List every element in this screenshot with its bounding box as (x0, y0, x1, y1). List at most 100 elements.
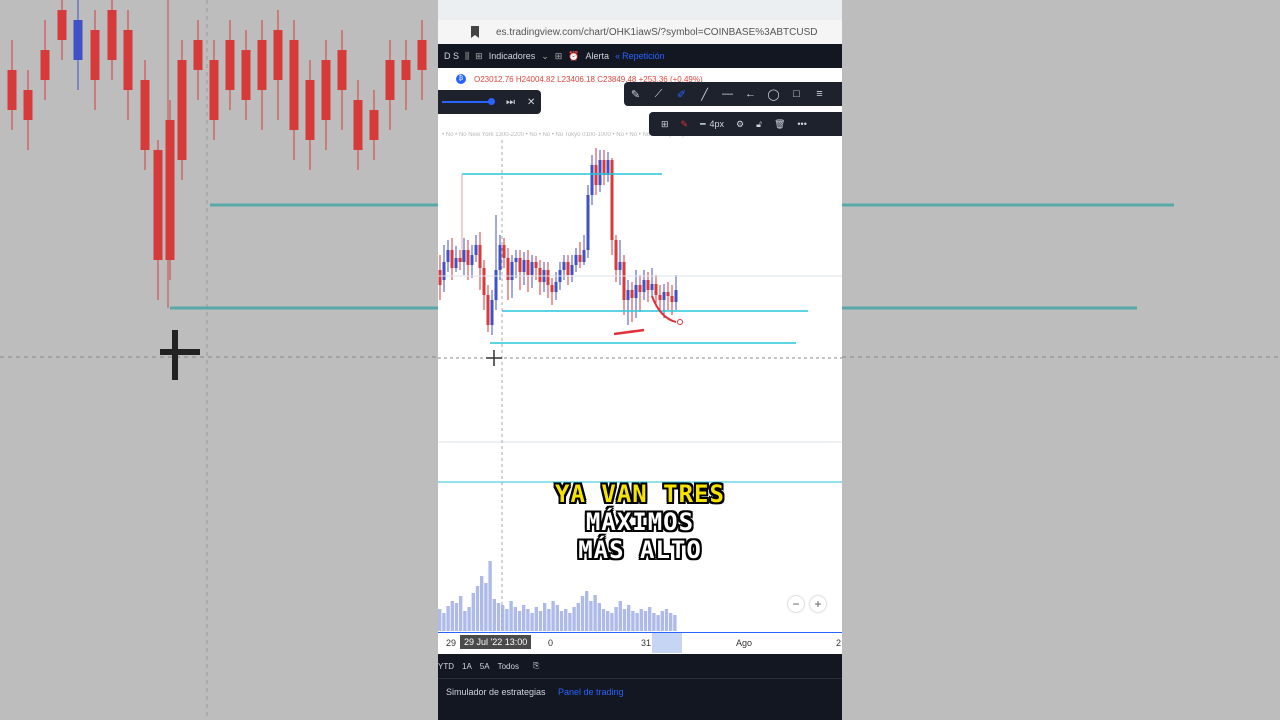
range-ytd[interactable]: YTD (438, 662, 454, 671)
candle-body (594, 165, 598, 185)
candle-body (526, 260, 530, 275)
candle-body (241, 50, 251, 100)
candle-body (458, 258, 462, 262)
candle-body (590, 165, 594, 195)
candle-body (57, 10, 67, 40)
candle-body (674, 290, 678, 302)
candle-body (518, 258, 522, 272)
candle-body (582, 250, 586, 262)
volume-bar (643, 611, 648, 631)
drawn-curve-end (677, 319, 683, 325)
candle-body (353, 100, 363, 150)
candle-body (225, 40, 235, 90)
drawing-toolbar: ✎ ⟋ ✐ ╱ — ← ◯ □ ≡ (624, 82, 842, 106)
blurred-chart-left (0, 0, 438, 720)
candle-body (90, 30, 100, 80)
range-1y[interactable]: 1A (462, 662, 472, 671)
candle-body (666, 292, 670, 296)
template-icon[interactable]: ⊞ (661, 119, 669, 130)
brush-icon[interactable]: ✎ (624, 88, 647, 101)
more-icon[interactable]: ••• (797, 119, 806, 129)
volume-bar (530, 613, 534, 631)
volume-bar (593, 595, 597, 631)
menu-icon[interactable]: ≡ (808, 88, 831, 100)
candle-body (165, 120, 175, 260)
bottom-panel-tabs: Simulador de estrategias Panel de tradin… (438, 678, 842, 720)
candle-body (626, 290, 630, 300)
replay-speed-slider[interactable] (442, 98, 495, 105)
arrow-left-icon[interactable]: ← (739, 88, 762, 100)
color-pen-icon[interactable]: ✎ (681, 119, 689, 130)
volume-bar (496, 603, 501, 631)
candle-body (514, 258, 518, 262)
close-icon[interactable]: ✕ (527, 97, 535, 108)
tab-strategy-tester[interactable]: Simulador de estrategias (446, 687, 546, 697)
trend-line-icon[interactable]: ╱ (693, 88, 716, 101)
time-axis[interactable]: 29 0 31 Ago 2 29 Jul '22 13:00 (438, 632, 842, 653)
volume-bar (648, 607, 652, 631)
candle-body (462, 250, 466, 262)
candle-body (642, 280, 646, 292)
candle-body (498, 245, 502, 270)
pen-icon[interactable]: ✐ (670, 88, 693, 101)
volume-bar (614, 607, 618, 631)
range-bar: YTD 1A 5A Todos ⎘ (438, 654, 842, 678)
volume-bar (454, 603, 459, 631)
volume-bar (488, 561, 492, 631)
candle-body (478, 245, 482, 268)
volume-bar (534, 607, 538, 631)
candle-body (446, 250, 450, 262)
volume-bar (517, 611, 522, 631)
candle-body (486, 295, 490, 325)
candle-body (502, 245, 506, 258)
settings-icon[interactable]: ⚙ (736, 119, 744, 130)
time-label: 2 (836, 638, 842, 648)
volume-bar (509, 601, 513, 631)
candle-body (321, 60, 331, 120)
volume-bar (463, 611, 467, 631)
path-icon[interactable]: ⟋ (647, 88, 670, 101)
volume-bar (572, 607, 576, 631)
zoom-controls: − + (788, 596, 826, 612)
candle-body (470, 255, 474, 265)
lock-icon[interactable]: 🔓︎ (756, 119, 762, 130)
range-5y[interactable]: 5A (480, 662, 490, 671)
candle-body (305, 80, 315, 140)
zoom-in-button[interactable]: + (810, 596, 826, 612)
rectangle-icon[interactable]: □ (785, 88, 808, 100)
candle-body (257, 40, 267, 90)
volume-bar (559, 611, 564, 631)
step-forward-icon[interactable]: ⏭ (506, 97, 515, 108)
volume-bar (459, 596, 463, 631)
candle-body (574, 255, 578, 265)
volume-bar (660, 611, 664, 631)
candle-body (40, 50, 50, 80)
volume-bar (555, 605, 559, 631)
trash-icon[interactable]: 🗑︎ (774, 119, 785, 130)
candle-body (289, 40, 299, 130)
candle-body (490, 300, 494, 325)
range-all[interactable]: Todos (498, 662, 519, 671)
caption-line-3: MÁS ALTO (578, 536, 702, 564)
volume-bar (669, 613, 673, 631)
volume-bar (576, 603, 580, 631)
volume-bar (652, 613, 656, 631)
candle-body (550, 285, 554, 292)
volume-bar (505, 609, 509, 631)
horizontal-ray-icon[interactable]: — (716, 88, 739, 100)
candle-body (606, 160, 610, 175)
candle-body (474, 245, 478, 255)
volume-bar (450, 601, 454, 631)
zoom-out-button[interactable]: − (788, 596, 804, 612)
goto-date-icon[interactable]: ⎘ (533, 661, 539, 671)
candle-body (482, 268, 486, 295)
tab-trading-panel[interactable]: Panel de trading (558, 687, 624, 697)
volume-bar (597, 603, 601, 631)
ellipse-icon[interactable]: ◯ (762, 88, 785, 101)
candle-body (193, 40, 203, 70)
candle-body (123, 30, 133, 90)
line-width-icon[interactable]: ━ (700, 119, 705, 130)
caption-line-2: MÁXIMOS (585, 508, 695, 536)
line-width-value[interactable]: 4px (710, 119, 725, 129)
candle-body (670, 296, 674, 302)
